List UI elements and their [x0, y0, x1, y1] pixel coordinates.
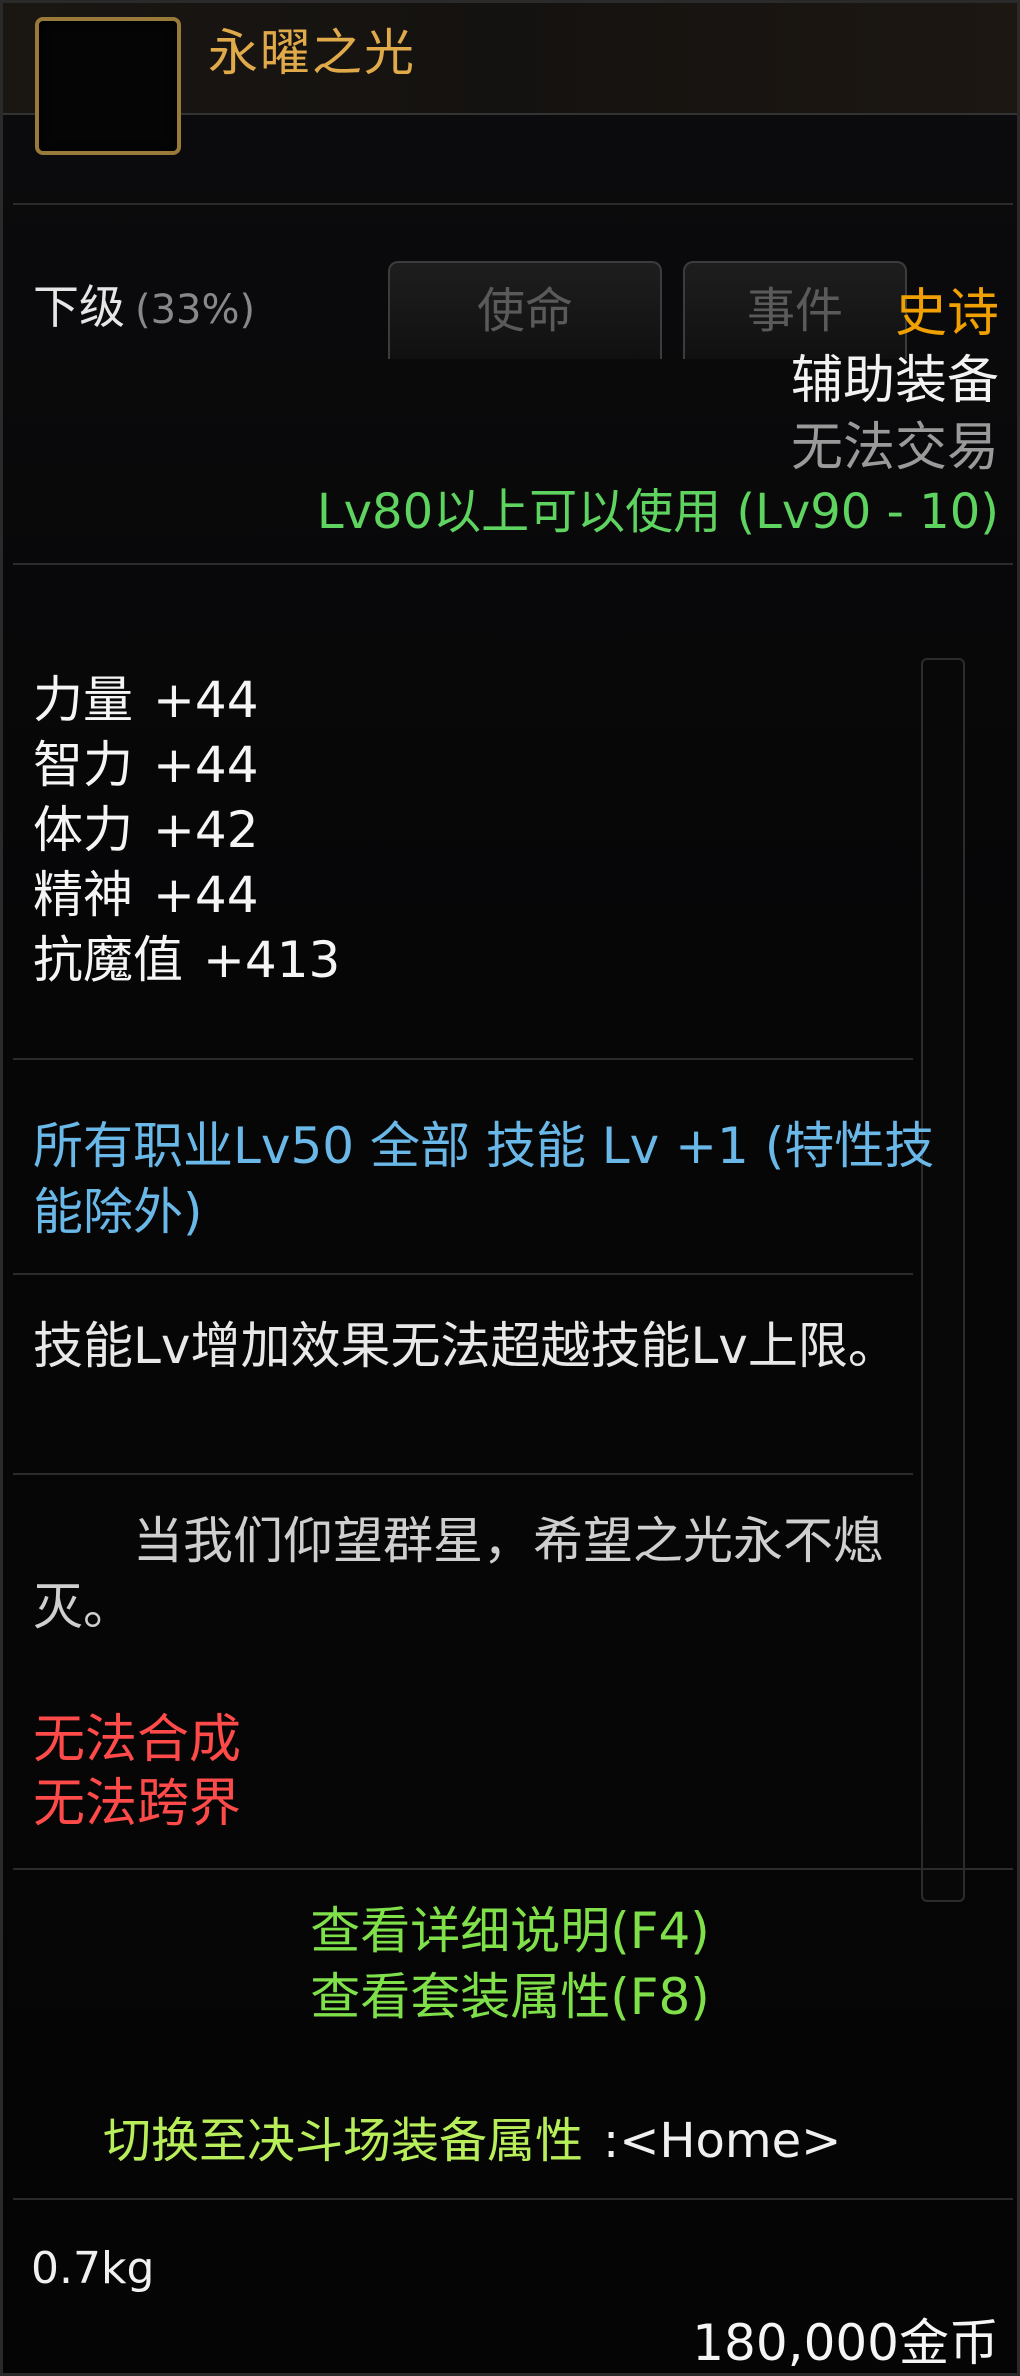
item-title: 永曜之光 — [208, 24, 416, 82]
item-tooltip: 永曜之光 下级 (33%) 使命 事件 史诗 辅助装备 无法交易 Lv80以上可以… — [0, 0, 1020, 2376]
restriction-item: 无法合成 — [33, 1710, 242, 1770]
trade-status: 无法交易 — [790, 418, 999, 478]
stat-row: 力量 +44 — [33, 668, 340, 733]
skill-bonus: 所有职业Lv50 全部 技能 Lv +1 (特性技能除外) — [33, 1117, 935, 1241]
arena-switch[interactable]: 切换至决斗场装备属性 :<Home> — [103, 2101, 841, 2171]
item-icon-slot[interactable] — [35, 17, 181, 155]
set-link[interactable]: 查看套装属性(F8) — [3, 1964, 1017, 2030]
divider — [13, 1473, 913, 1475]
help-links: 查看详细说明(F4) 查看套装属性(F8) — [3, 1898, 1017, 2030]
scrollbar[interactable] — [921, 658, 965, 1902]
stat-value: +44 — [153, 671, 259, 729]
stat-name: 智力 — [33, 736, 133, 794]
stat-value: +44 — [153, 736, 259, 794]
item-type: 辅助装备 — [790, 351, 999, 411]
divider — [13, 563, 1013, 565]
stat-name: 体力 — [33, 801, 133, 859]
tab-mission[interactable]: 使命 — [388, 261, 662, 359]
item-weight: 0.7kg — [31, 2243, 155, 2294]
stat-value: +44 — [153, 866, 259, 924]
stat-name: 精神 — [33, 866, 133, 924]
level-requirement: Lv80以上可以使用 (Lv90 - 10) — [316, 484, 999, 540]
detail-link[interactable]: 查看详细说明(F4) — [3, 1898, 1017, 1964]
switch-label: 切换至决斗场装备属性 — [103, 2113, 584, 2169]
stat-row: 智力 +44 — [33, 733, 340, 798]
restriction-item: 无法跨界 — [33, 1774, 242, 1834]
stat-value: +413 — [203, 931, 341, 989]
flavor-text: 当我们仰望群星，希望之光永不熄灭。 — [33, 1512, 883, 1636]
divider — [13, 1868, 1013, 1870]
stat-value: +42 — [153, 801, 259, 859]
item-price: 180,000金币 — [692, 2314, 999, 2372]
stat-row: 体力 +42 — [33, 798, 340, 863]
switch-key: :<Home> — [603, 2113, 842, 2169]
stat-row: 抗魔值 +413 — [33, 928, 340, 993]
stat-name: 抗魔值 — [33, 931, 183, 989]
grade-label: 下级 (33%) — [33, 271, 255, 337]
grade-percent: (33%) — [135, 287, 256, 333]
divider — [13, 2198, 1013, 2200]
rarity-label: 史诗 — [894, 284, 999, 344]
stat-list: 力量 +44 智力 +44 体力 +42 精神 +44 抗魔值 +413 — [33, 668, 340, 993]
stat-name: 力量 — [33, 671, 133, 729]
divider — [13, 203, 1013, 205]
restrictions: 无法合成 无法跨界 — [33, 1708, 241, 1836]
divider — [13, 1273, 913, 1275]
skill-note: 技能Lv增加效果无法超越技能Lv上限。 — [33, 1317, 898, 1375]
divider — [13, 1058, 913, 1060]
stat-row: 精神 +44 — [33, 863, 340, 928]
grade-name: 下级 — [33, 280, 125, 334]
